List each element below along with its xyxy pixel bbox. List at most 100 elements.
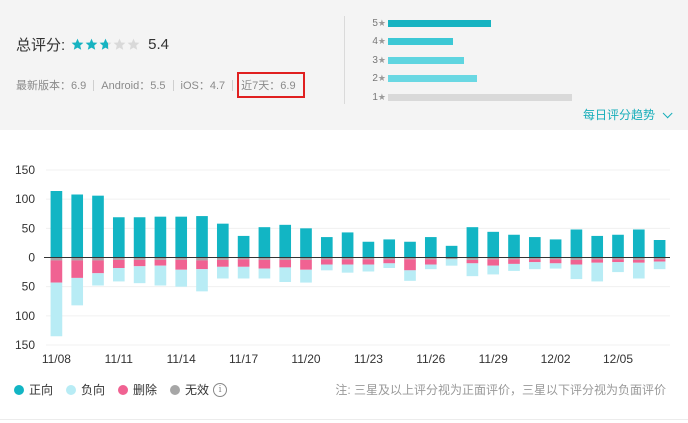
bar-segment — [50, 260, 63, 283]
x-tick-label: 11/11 — [105, 352, 134, 366]
bar-segment — [341, 264, 354, 273]
bar-segment — [133, 259, 146, 267]
bar-segment — [528, 259, 541, 263]
bar-segment — [196, 269, 208, 292]
bar-segment — [549, 239, 562, 258]
bar-segment — [424, 264, 437, 270]
x-tick-label: 12/02 — [541, 352, 571, 366]
chart-legend: 正向 负向 删除 无效 i — [14, 381, 240, 398]
legend-positive-label: 正向 — [29, 383, 54, 397]
distribution-row-2-star: 2★ — [360, 70, 660, 89]
bar-segment — [591, 259, 604, 263]
bar-segment — [237, 266, 250, 279]
bar-segment — [549, 259, 562, 264]
divider — [93, 79, 95, 91]
distribution-bar — [388, 38, 453, 46]
star-icon: ★ — [377, 54, 386, 65]
y-tick-label: 50 — [22, 221, 36, 235]
y-tick-label: 0 — [28, 251, 35, 265]
star-icon — [127, 38, 140, 50]
bar-segment — [383, 263, 396, 268]
bar-segment — [528, 237, 541, 258]
bar-segment — [320, 259, 333, 265]
bar-segment — [549, 263, 562, 269]
bar-segment — [591, 235, 604, 258]
bar-segment — [424, 237, 437, 258]
legend-invalid[interactable]: 无效 i — [170, 381, 228, 398]
legend-positive-dot — [14, 384, 24, 395]
distribution-star-label: 4★ — [372, 36, 386, 48]
y-tick-label: 50 — [22, 280, 36, 294]
bar-segment — [383, 259, 396, 264]
x-tick-label: 11/23 — [354, 352, 383, 366]
bar-segment — [570, 264, 583, 280]
bar-segment — [570, 259, 583, 265]
legend-negative[interactable]: 负向 — [66, 381, 105, 398]
divider — [0, 419, 688, 420]
bar-segment — [445, 245, 458, 258]
legend-positive[interactable]: 正向 — [14, 381, 53, 398]
y-tick-label: 100 — [15, 309, 35, 323]
star-icon — [71, 38, 84, 50]
bar-segment — [612, 262, 624, 273]
bar-segment — [487, 265, 500, 275]
info-icon[interactable]: i — [213, 382, 228, 397]
bar-segment — [258, 259, 271, 269]
legend-deleted-dot — [118, 384, 129, 395]
bar-segment — [71, 194, 84, 258]
bar-segment — [320, 264, 333, 271]
bar-segment — [175, 259, 188, 270]
distribution-bar — [388, 19, 491, 27]
bar-segment — [300, 228, 312, 258]
bar-segment — [612, 234, 624, 258]
legend-deleted-label: 删除 — [133, 383, 158, 397]
distribution-track — [388, 19, 660, 27]
star-icon: ★ — [377, 36, 386, 47]
bar-segment — [196, 216, 208, 258]
star-icon: ★ — [377, 73, 386, 84]
bar-segment — [362, 259, 375, 265]
divider — [172, 79, 174, 91]
bar-segment — [112, 268, 125, 282]
bar-segment — [279, 259, 292, 268]
bar-segment — [320, 237, 333, 258]
star-distribution: 5★ 4★ 3★ 2★ 1★ — [360, 14, 660, 107]
legend-negative-dot — [66, 384, 77, 395]
overall-score-value: 5.4 — [148, 36, 170, 53]
bar-segment — [508, 263, 520, 271]
bar-segment — [92, 260, 104, 274]
bar-segment — [92, 195, 104, 258]
bar-segment — [279, 224, 292, 258]
ios-score: iOS：4.7 — [180, 80, 226, 92]
bar-segment — [570, 229, 583, 258]
distribution-row-5-star: 5★ — [360, 14, 660, 33]
bar-segment — [466, 263, 479, 277]
legend-invalid-label: 无效 — [185, 383, 210, 397]
x-tick-label: 11/26 — [416, 352, 445, 366]
bar-segment — [175, 269, 188, 287]
bar-segment — [612, 259, 624, 263]
bar-segment — [133, 217, 146, 258]
bar-segment — [71, 277, 84, 306]
bar-segment — [112, 217, 125, 258]
distribution-row-1-star: 1★ — [360, 88, 660, 107]
distribution-row-4-star: 4★ — [360, 33, 660, 52]
bar-segment — [632, 259, 645, 263]
bar-segment — [487, 259, 500, 266]
daily-rating-trend-link[interactable]: 每日评分趋势 — [583, 106, 673, 123]
distribution-track — [388, 75, 660, 83]
overall-score-label: 总评分: — [16, 37, 66, 54]
divider — [232, 79, 234, 91]
legend-deleted[interactable]: 删除 — [118, 381, 157, 398]
bar-segment — [216, 259, 229, 267]
bar-segment — [300, 259, 312, 270]
bar-segment — [154, 265, 167, 286]
daily-rating-trend-label: 每日评分趋势 — [583, 108, 656, 122]
distribution-star-label: 5★ — [372, 17, 386, 29]
x-tick-label: 11/17 — [229, 352, 258, 366]
bar-segment — [466, 259, 479, 264]
bar-segment — [112, 259, 125, 268]
bar-segment — [445, 259, 458, 266]
x-tick-label: 12/05 — [603, 352, 633, 366]
bar-segment — [653, 259, 666, 262]
